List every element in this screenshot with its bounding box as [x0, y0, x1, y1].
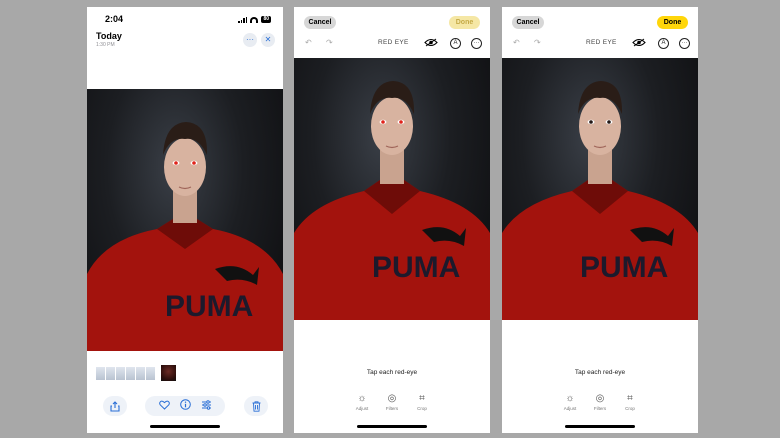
tab-filters[interactable]: ◎ Filters	[588, 393, 612, 411]
shirt-logo-text: PUMA	[580, 251, 668, 284]
tab-label: Filters	[593, 406, 607, 411]
thumbnail[interactable]	[106, 366, 115, 380]
adjust-icon: ☼	[565, 393, 575, 404]
crop-icon: ⌗	[627, 393, 633, 404]
photo[interactable]: PUMA	[87, 89, 283, 351]
markup-icon[interactable]: A	[658, 38, 669, 49]
photo-canvas[interactable]: PUMA	[294, 58, 490, 320]
red-eye-tool-icon[interactable]	[632, 38, 646, 47]
thumbnail[interactable]	[136, 366, 145, 380]
portrait-image: PUMA	[294, 81, 490, 320]
edit-mode-label: RED EYE	[378, 39, 409, 46]
cancel-button[interactable]: Cancel	[512, 16, 544, 29]
more-options-button[interactable]: ···	[243, 33, 257, 47]
filters-icon: ◎	[387, 393, 397, 404]
status-time: 2:04	[105, 14, 124, 24]
tab-filters[interactable]: ◎ Filters	[380, 393, 404, 411]
edit-toolbar: ↶ ↷ RED EYE A ···	[294, 37, 490, 49]
photo-canvas[interactable]: PUMA	[502, 58, 698, 320]
redo-icon[interactable]: ↷	[326, 37, 333, 49]
tab-adjust[interactable]: ☼ Adjust	[350, 393, 374, 411]
battery-icon: 80	[261, 16, 271, 23]
red-eye-left[interactable]	[381, 120, 385, 124]
home-indicator	[150, 425, 220, 428]
crop-icon: ⌗	[419, 393, 425, 404]
more-icon[interactable]: ···	[679, 38, 690, 49]
tab-crop[interactable]: ⌗ Crop	[410, 393, 434, 411]
portrait-image: PUMA	[87, 122, 283, 351]
info-icon	[179, 399, 191, 410]
edit-tabs: ☼ Adjust ◎ Filters ⌗ Crop	[558, 393, 642, 411]
done-button[interactable]: Done	[657, 16, 688, 29]
ellipsis-icon: ···	[246, 35, 254, 44]
instruction-text: Tap each red-eye	[574, 369, 626, 376]
heart-icon	[158, 400, 170, 410]
shirt-logo-text: PUMA	[165, 290, 253, 323]
red-eye-edit-screen-before: Cancel Done ↶ ↷ RED EYE A ··· PUMA Tap e…	[294, 7, 490, 433]
photo-actions-group	[145, 396, 225, 416]
red-eye-right[interactable]	[399, 120, 403, 124]
delete-button[interactable]	[244, 396, 268, 416]
more-icon[interactable]: ···	[471, 38, 482, 49]
cellular-signal-icon	[238, 16, 248, 23]
status-bar: 2:04 80	[87, 14, 283, 28]
info-button[interactable]	[179, 399, 191, 413]
thumbnail[interactable]	[96, 366, 105, 380]
portrait-image: PUMA	[502, 81, 698, 320]
tab-adjust[interactable]: ☼ Adjust	[558, 393, 582, 411]
share-icon	[110, 400, 120, 412]
edit-toolbar: ↶ ↷ RED EYE A ···	[502, 37, 698, 49]
instruction-text: Tap each red-eye	[366, 369, 418, 376]
home-indicator	[357, 425, 427, 428]
tab-crop[interactable]: ⌗ Crop	[618, 393, 642, 411]
redo-icon[interactable]: ↷	[534, 37, 541, 49]
red-eye-left	[174, 161, 178, 165]
status-icons: 80	[238, 16, 271, 23]
tab-label: Filters	[385, 406, 399, 411]
red-eye-edit-screen-after: Cancel Done ↶ ↷ RED EYE A ··· PUMA Tap e…	[502, 7, 698, 433]
tab-label: Adjust	[563, 406, 577, 411]
edit-tabs: ☼ Adjust ◎ Filters ⌗ Crop	[350, 393, 434, 411]
thumbnail[interactable]	[146, 366, 155, 380]
edit-button[interactable]	[201, 399, 212, 413]
undo-icon[interactable]: ↶	[513, 37, 520, 49]
shirt-logo-text: PUMA	[372, 251, 460, 284]
photo-timestamp: 1:30 PM	[96, 42, 115, 48]
red-eye-right	[192, 161, 196, 165]
close-icon: ✕	[264, 35, 272, 44]
tab-label: Crop	[417, 406, 427, 411]
sliders-icon	[201, 399, 211, 410]
tab-label: Adjust	[355, 406, 369, 411]
red-eye-tool-icon[interactable]	[424, 38, 438, 47]
filters-icon: ◎	[595, 393, 605, 404]
wifi-icon	[250, 16, 259, 23]
home-indicator	[565, 425, 635, 428]
adjust-icon: ☼	[357, 393, 367, 404]
thumbnail-selected[interactable]	[161, 365, 176, 381]
undo-icon[interactable]: ↶	[305, 37, 312, 49]
done-button[interactable]: Done	[449, 16, 480, 29]
page-title: Today	[96, 31, 122, 41]
edit-mode-label: RED EYE	[586, 39, 617, 46]
corrected-eye-left[interactable]	[589, 120, 593, 124]
markup-icon[interactable]: A	[450, 38, 461, 49]
share-button[interactable]	[103, 396, 127, 416]
trash-icon	[252, 400, 260, 412]
photos-viewer-screen: 2:04 80 Today 1:30 PM ··· ✕ PUMA	[87, 7, 283, 433]
cancel-button[interactable]: Cancel	[304, 16, 336, 29]
thumbnail[interactable]	[116, 366, 125, 380]
corrected-eye-right[interactable]	[607, 120, 611, 124]
tab-label: Crop	[625, 406, 635, 411]
thumbnail[interactable]	[126, 366, 135, 380]
thumbnail-strip[interactable]	[96, 365, 176, 381]
favorite-button[interactable]	[158, 400, 170, 413]
close-button[interactable]: ✕	[261, 33, 275, 47]
